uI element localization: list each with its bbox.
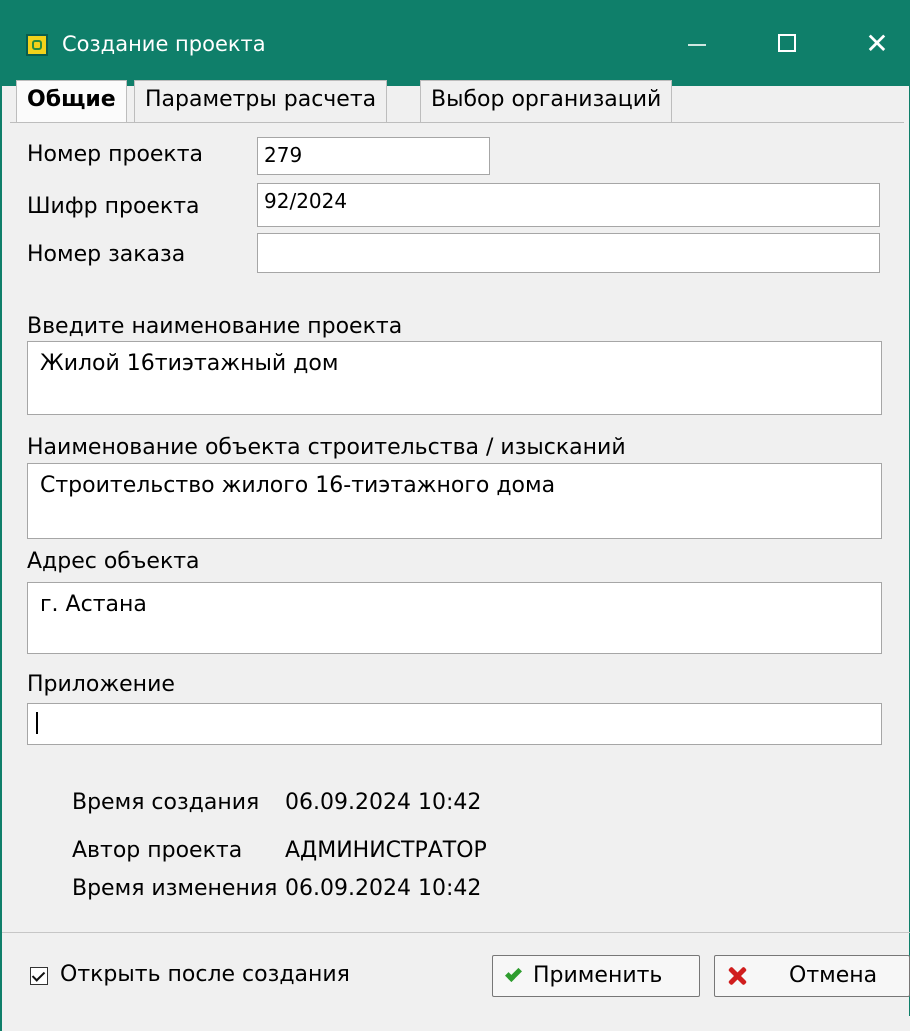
maximize-button[interactable] — [752, 20, 822, 66]
checkmark-icon — [503, 965, 525, 987]
create-project-dialog: Создание проекта ✕ Общие Параметры расче… — [0, 0, 910, 1031]
close-icon: ✕ — [865, 26, 889, 60]
window-title: Создание проекта — [62, 32, 266, 56]
dialog-content: Общие Параметры расчета Выбор организаци… — [10, 80, 904, 936]
construction-object-label: Наименование объекта строительства / изы… — [27, 435, 626, 460]
modified-time-value: 06.09.2024 10:42 — [285, 876, 482, 901]
maximize-icon — [778, 34, 796, 52]
construction-object-field[interactable]: Строительство жилого 16-тиэтажного дома — [27, 463, 882, 539]
project-code-field[interactable]: 92/2024 — [257, 183, 880, 227]
created-time-label: Время создания — [72, 790, 260, 815]
window-bottom-edge — [2, 1016, 910, 1031]
apply-button[interactable]: Применить — [492, 955, 700, 997]
cancel-button-label: Отмена — [789, 963, 878, 988]
project-name-field[interactable]: Жилой 16тиэтажный дом — [27, 341, 882, 415]
minimize-button[interactable] — [662, 20, 732, 66]
tab-general[interactable]: Общие — [16, 80, 127, 122]
order-number-field[interactable] — [257, 233, 880, 273]
apply-button-label: Применить — [533, 963, 663, 988]
project-name-label: Введите наименование проекта — [27, 314, 403, 339]
project-code-label: Шифр проекта — [27, 194, 200, 219]
order-number-label: Номер заказа — [27, 242, 186, 267]
project-number-field[interactable]: 279 — [257, 137, 490, 175]
created-time-value: 06.09.2024 10:42 — [285, 790, 482, 815]
project-number-label: Номер проекта — [27, 142, 204, 167]
object-address-field[interactable]: г. Астана — [27, 582, 882, 654]
app-icon — [26, 34, 48, 56]
cancel-icon — [725, 964, 749, 988]
modified-time-label: Время изменения — [72, 876, 278, 901]
attachment-label: Приложение — [27, 672, 175, 697]
dialog-footer: Открыть после создания Применить Отмена — [2, 932, 910, 1017]
project-author-label: Автор проекта — [72, 838, 243, 863]
object-address-label: Адрес объекта — [27, 549, 200, 574]
general-tab-panel: Номер проекта 279 Шифр проекта 92/2024 Н… — [10, 122, 904, 934]
minimize-icon — [688, 44, 706, 46]
project-author-value: АДМИНИСТРАТОР — [285, 838, 487, 863]
text-caret — [36, 711, 38, 734]
close-button[interactable]: ✕ — [842, 20, 910, 66]
tab-organization-selection[interactable]: Выбор организаций — [420, 80, 673, 124]
cancel-button[interactable]: Отмена — [714, 955, 910, 997]
title-bar[interactable]: Создание проекта ✕ — [2, 0, 910, 86]
attachment-field[interactable] — [27, 703, 882, 745]
open-after-create-checkbox[interactable] — [30, 967, 48, 985]
open-after-create-label[interactable]: Открыть после создания — [60, 961, 350, 989]
tab-calculation-parameters[interactable]: Параметры расчета — [134, 80, 388, 124]
